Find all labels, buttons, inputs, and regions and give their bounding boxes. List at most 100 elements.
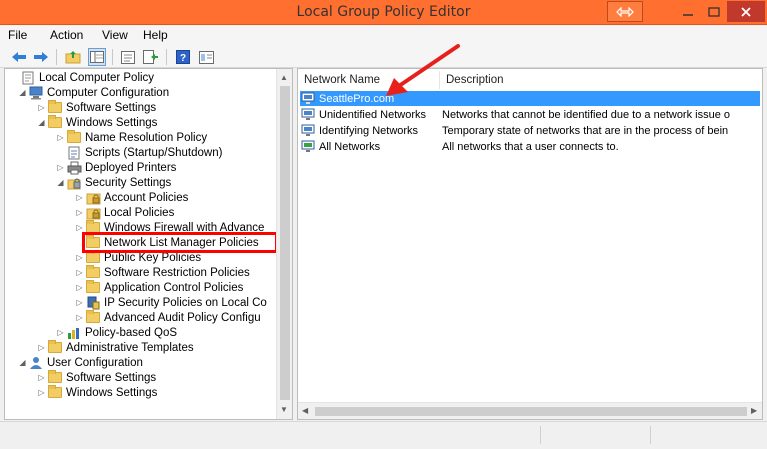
back-icon[interactable]: [10, 48, 28, 66]
menu-view[interactable]: View: [102, 28, 128, 42]
tree-expander[interactable]: ◢: [17, 358, 28, 367]
maximize-button[interactable]: [701, 1, 727, 22]
details-pane: Network Name Description SeattlePro.com …: [297, 68, 763, 420]
tree-node-computer-configuration[interactable]: ◢ Computer Configuration: [17, 85, 169, 100]
folder-icon: [47, 385, 63, 400]
tree-node-software-restriction-policies[interactable]: ▷ Software Restriction Policies: [74, 265, 250, 280]
tree-expander[interactable]: ▷: [74, 298, 85, 307]
help-icon[interactable]: ?: [174, 48, 192, 66]
list-row-seattlepro[interactable]: SeattlePro.com: [300, 91, 760, 106]
tree-label: Software Settings: [66, 371, 157, 384]
tree-label: Software Settings: [66, 101, 157, 114]
export-list-icon[interactable]: [142, 48, 160, 66]
folder-icon: [47, 370, 63, 385]
list-row-identifying[interactable]: Identifying Networks Temporary state of …: [300, 123, 760, 138]
tree-label: Windows Settings: [66, 386, 158, 399]
tree-expander[interactable]: ▷: [74, 313, 85, 322]
show-tree-icon[interactable]: [88, 48, 106, 66]
tree-expander[interactable]: ◢: [55, 178, 66, 187]
tree-label: IP Security Policies on Local Co: [104, 296, 267, 309]
menu-action[interactable]: Action: [50, 28, 83, 42]
menu-help[interactable]: Help: [143, 28, 168, 42]
tree-node-account-policies[interactable]: ▷ Account Policies: [74, 190, 188, 205]
computer-icon: [28, 86, 44, 100]
tree-expander[interactable]: ◢: [17, 88, 28, 97]
svg-text:?: ?: [180, 53, 186, 64]
tree-expander[interactable]: ▷: [74, 283, 85, 292]
ipsec-icon: [85, 296, 101, 310]
network-name: Unidentified Networks: [319, 108, 426, 121]
menu-file[interactable]: File: [8, 28, 27, 42]
tree-label: Deployed Printers: [85, 161, 177, 174]
tree-node-user-windows-settings[interactable]: ▷ Windows Settings: [36, 385, 157, 400]
tree-node-application-control-policies[interactable]: ▷ Application Control Policies: [74, 280, 243, 295]
tree-node-scripts[interactable]: Scripts (Startup/Shutdown): [55, 145, 222, 160]
tree-expander[interactable]: ▷: [74, 253, 85, 262]
printer-icon: [66, 161, 82, 175]
tree-label: Name Resolution Policy: [85, 131, 208, 144]
toolbar-separator: [112, 49, 113, 65]
properties-icon[interactable]: [119, 48, 137, 66]
up-folder-icon[interactable]: [64, 48, 82, 66]
tree-node-local-computer-policy[interactable]: Local Computer Policy: [9, 70, 154, 85]
toolbar-separator: [166, 49, 167, 65]
scroll-thumb[interactable]: [315, 407, 747, 416]
tree-expander[interactable]: ▷: [74, 208, 85, 217]
tree-expander[interactable]: ▷: [36, 388, 47, 397]
tree-expander[interactable]: ▷: [55, 328, 66, 337]
tree-label: Security Settings: [85, 176, 172, 189]
network-icon: [300, 124, 316, 138]
red-arrow-annotation: [386, 44, 460, 96]
tree-node-software-settings[interactable]: ▷ Software Settings: [36, 100, 156, 115]
network-description: Temporary state of networks that are in …: [442, 124, 729, 137]
network-icon: [300, 92, 316, 106]
tree-node-name-resolution-policy[interactable]: ▷ Name Resolution Policy: [55, 130, 207, 145]
network-description: Networks that cannot be identified due t…: [442, 108, 731, 121]
tree-node-local-policies[interactable]: ▷ Local Policies: [74, 205, 174, 220]
tree-expander[interactable]: ▷: [74, 223, 85, 232]
scroll-right-icon[interactable]: ▶: [751, 406, 757, 415]
tree-node-ip-security-policies[interactable]: ▷ IP Security Policies on Local Co: [74, 295, 267, 310]
tree-node-user-software-settings[interactable]: ▷ Software Settings: [36, 370, 156, 385]
list-row-unidentified[interactable]: Unidentified Networks Networks that cann…: [300, 107, 760, 122]
scroll-up-icon[interactable]: ▲: [280, 73, 288, 82]
tree-node-policy-based-qos[interactable]: ▷ Policy-based QoS: [55, 325, 177, 340]
scroll-down-icon[interactable]: ▼: [280, 405, 288, 414]
tree-vertical-scrollbar[interactable]: ▲ ▼: [276, 69, 292, 419]
folder-icon: [85, 310, 101, 325]
list-row-all-networks[interactable]: All Networks All networks that a user co…: [300, 139, 760, 154]
tree-expander[interactable]: ▷: [36, 343, 47, 352]
tree-node-administrative-templates[interactable]: ▷ Administrative Templates: [36, 340, 194, 355]
scroll-thumb[interactable]: [280, 86, 290, 400]
scroll-left-icon[interactable]: ◀: [302, 406, 308, 415]
column-header-network-name[interactable]: Network Name: [304, 74, 380, 86]
tree-label: Advanced Audit Policy Configu: [104, 311, 261, 324]
tree-label: Windows Settings: [66, 116, 158, 129]
list-horizontal-scrollbar[interactable]: ◀ ▶: [298, 402, 762, 419]
tree-node-security-settings[interactable]: ◢ Security Settings: [55, 175, 171, 190]
forward-icon[interactable]: [32, 48, 50, 66]
window-title: Local Group Policy Editor: [296, 4, 471, 20]
status-divider: [650, 426, 651, 444]
security-icon: [66, 176, 82, 190]
network-icon: [300, 108, 316, 122]
tree-expander[interactable]: ▷: [36, 373, 47, 382]
close-button[interactable]: [727, 1, 765, 22]
tree-expander[interactable]: ▷: [36, 103, 47, 112]
tree-label: Policy-based QoS: [85, 326, 178, 339]
minimize-button[interactable]: [675, 1, 701, 22]
tree-expander[interactable]: ▷: [55, 133, 66, 142]
tree-expander[interactable]: ▷: [74, 268, 85, 277]
console-tree: Local Computer Policy ◢ Computer Configu…: [4, 68, 293, 420]
highlight-box: [82, 232, 278, 253]
tree-node-advanced-audit-policy[interactable]: ▷ Advanced Audit Policy Configu: [74, 310, 261, 325]
tree-expander[interactable]: ◢: [36, 118, 47, 127]
tree-expander[interactable]: ▷: [74, 193, 85, 202]
tree-node-deployed-printers[interactable]: ▷ Deployed Printers: [55, 160, 176, 175]
tree-node-user-configuration[interactable]: ◢ User Configuration: [17, 355, 143, 370]
tree-node-windows-settings[interactable]: ◢ Windows Settings: [36, 115, 157, 130]
extended-view-icon[interactable]: [197, 48, 215, 66]
folder-icon: [66, 130, 82, 145]
status-bar: [0, 421, 767, 449]
tree-expander[interactable]: ▷: [55, 163, 66, 172]
